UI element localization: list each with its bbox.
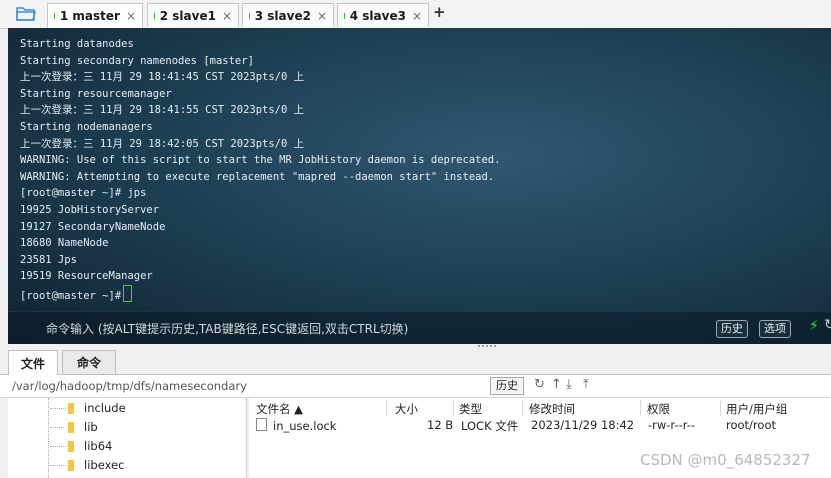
tab-label: 命令 (76, 356, 101, 370)
file-name-cell: in_use.lock (256, 418, 336, 433)
file-size: 12 B (427, 418, 454, 432)
tree-item-label: libexec (84, 458, 125, 472)
download-icon[interactable]: ⤓ (566, 377, 572, 392)
options-button[interactable]: 选项 (759, 320, 791, 338)
refresh-icon[interactable]: ↻ (534, 377, 545, 392)
close-icon[interactable]: × (216, 9, 232, 23)
tree-item-label: include (84, 401, 126, 415)
folder-icon (68, 421, 74, 433)
open-folder-icon[interactable] (16, 5, 36, 21)
column-divider[interactable] (522, 400, 523, 416)
terminal-cursor (123, 284, 133, 302)
column-header-permissions[interactable]: 权限 (647, 401, 670, 417)
terminal-line: 23581 Jps (20, 253, 77, 266)
terminal-prompt: [root@master ~]# (20, 289, 122, 302)
terminal-line: [root@master ~]# jps (20, 187, 147, 200)
status-dot-icon (344, 12, 345, 19)
terminal-prompt-line: [root@master ~]# (20, 284, 500, 305)
column-header-size[interactable]: 大小 (395, 401, 418, 417)
column-divider[interactable] (453, 400, 454, 416)
path-input[interactable]: /var/log/hadoop/tmp/dfs/namesecondary (12, 379, 247, 393)
path-bar: /var/log/hadoop/tmp/dfs/namesecondary 历史… (0, 375, 831, 398)
terminal-line: 19127 SecondaryNameNode (20, 220, 166, 233)
session-tab-bar: 1 master × 2 slave1 × 3 slave2 × 4 slave… (0, 0, 831, 29)
terminal-line: 19519 ResourceManager (20, 270, 153, 283)
tree-item-label: lib (84, 420, 98, 434)
folder-icon (68, 459, 74, 471)
terminal-pane[interactable]: Starting datanodes Starting secondary nam… (8, 28, 831, 344)
terminal-line: 上一次登录：三 11月 29 18:41:55 CST 2023pts/0 上 (20, 104, 305, 117)
close-icon[interactable]: × (311, 9, 327, 23)
command-input-bar[interactable]: 命令输入 (按ALT键提示历史,TAB键路径,ESC键返回,双击CTRL切换) … (8, 311, 831, 344)
terminal-line: Starting resourcemanager (20, 87, 172, 100)
tree-item-lib64[interactable]: lib64 (68, 437, 112, 455)
status-dot-icon (249, 12, 250, 19)
tree-connector (50, 465, 66, 466)
tree-connector (50, 427, 66, 428)
close-icon[interactable]: × (120, 9, 136, 23)
file-icon (256, 418, 267, 431)
column-divider[interactable] (640, 400, 641, 416)
history-button[interactable]: 历史 (716, 320, 748, 338)
status-dot-icon (154, 12, 155, 19)
tree-item-lib[interactable]: lib (68, 418, 98, 436)
terminal-line: Starting datanodes (20, 38, 134, 50)
tree-item-libexec[interactable]: libexec (68, 456, 124, 474)
tab-master[interactable]: 1 master × (47, 3, 143, 28)
column-header-type[interactable]: 类型 (459, 401, 482, 417)
tab-commands[interactable]: 命令 (62, 350, 116, 374)
tab-label: 3 slave2 (254, 8, 311, 23)
file-modified: 2023/11/29 18:42 (531, 418, 635, 432)
column-header-name[interactable]: 文件名 ▲ (256, 401, 303, 417)
terminal-line: WARNING: Use of this script to start the… (20, 154, 501, 167)
file-name: in_use.lock (273, 419, 337, 433)
terminal-line: 18680 NameNode (20, 237, 109, 250)
column-divider[interactable] (386, 400, 387, 416)
file-owner: root/root (726, 418, 776, 432)
tree-connector (50, 408, 66, 409)
folder-icon (68, 402, 74, 414)
upload-icon[interactable]: ⤒ (583, 377, 589, 392)
tab-label: 1 master (59, 9, 120, 23)
terminal-line: 上一次登录：三 11月 29 18:42:05 CST 2023pts/0 上 (20, 137, 305, 150)
column-header-modified[interactable]: 修改时间 (529, 401, 575, 417)
directory-tree: include lib lib64 libexec (8, 398, 247, 478)
path-history-button[interactable]: 历史 (490, 377, 524, 395)
lightning-icon[interactable]: ⚡ (809, 318, 819, 334)
tab-slave3[interactable]: 4 slave3 × (337, 3, 429, 27)
terminal-line: WARNING: Attempting to execute replaceme… (20, 170, 495, 183)
terminal-line: 上一次登录：三 11月 29 18:41:45 CST 2023pts/0 上 (20, 71, 305, 84)
tree-guide-line (48, 398, 50, 478)
file-permissions: -rw-r--r-- (648, 418, 696, 432)
file-type: LOCK 文件 (461, 419, 519, 433)
status-dot-icon (54, 13, 55, 19)
column-header-owner[interactable]: 用户/用户组 (726, 401, 787, 417)
tab-label: 2 slave1 (159, 8, 216, 23)
tab-slave1[interactable]: 2 slave1 × (147, 3, 239, 27)
tree-connector (50, 446, 66, 447)
column-divider[interactable] (720, 400, 721, 416)
file-panel-tabs: 文件 命令 (0, 348, 831, 375)
tab-slave2[interactable]: 3 slave2 × (242, 3, 334, 27)
folder-icon (68, 440, 74, 452)
tree-item-include[interactable]: include (68, 399, 126, 417)
terminal-output: Starting datanodes Starting secondary nam… (20, 36, 500, 305)
tree-item-label: lib64 (84, 439, 113, 453)
terminal-line: Starting secondary namenodes [master] (20, 54, 254, 67)
terminal-line: Starting nodemanagers (20, 120, 153, 133)
up-directory-icon[interactable]: ↑ (551, 377, 562, 392)
sync-icon[interactable]: ↻ (824, 317, 831, 333)
terminal-line: 19925 JobHistoryServer (20, 203, 160, 216)
watermark: CSDN @m0_64852327 (640, 451, 811, 469)
add-tab-icon[interactable]: + (433, 3, 446, 21)
close-icon[interactable]: × (406, 9, 422, 23)
tab-label: 4 slave3 (349, 8, 406, 23)
tab-files[interactable]: 文件 (8, 350, 58, 375)
tab-label: 文件 (20, 356, 45, 371)
command-input[interactable]: 命令输入 (按ALT键提示历史,TAB键路径,ESC键返回,双击CTRL切换) (46, 320, 408, 337)
